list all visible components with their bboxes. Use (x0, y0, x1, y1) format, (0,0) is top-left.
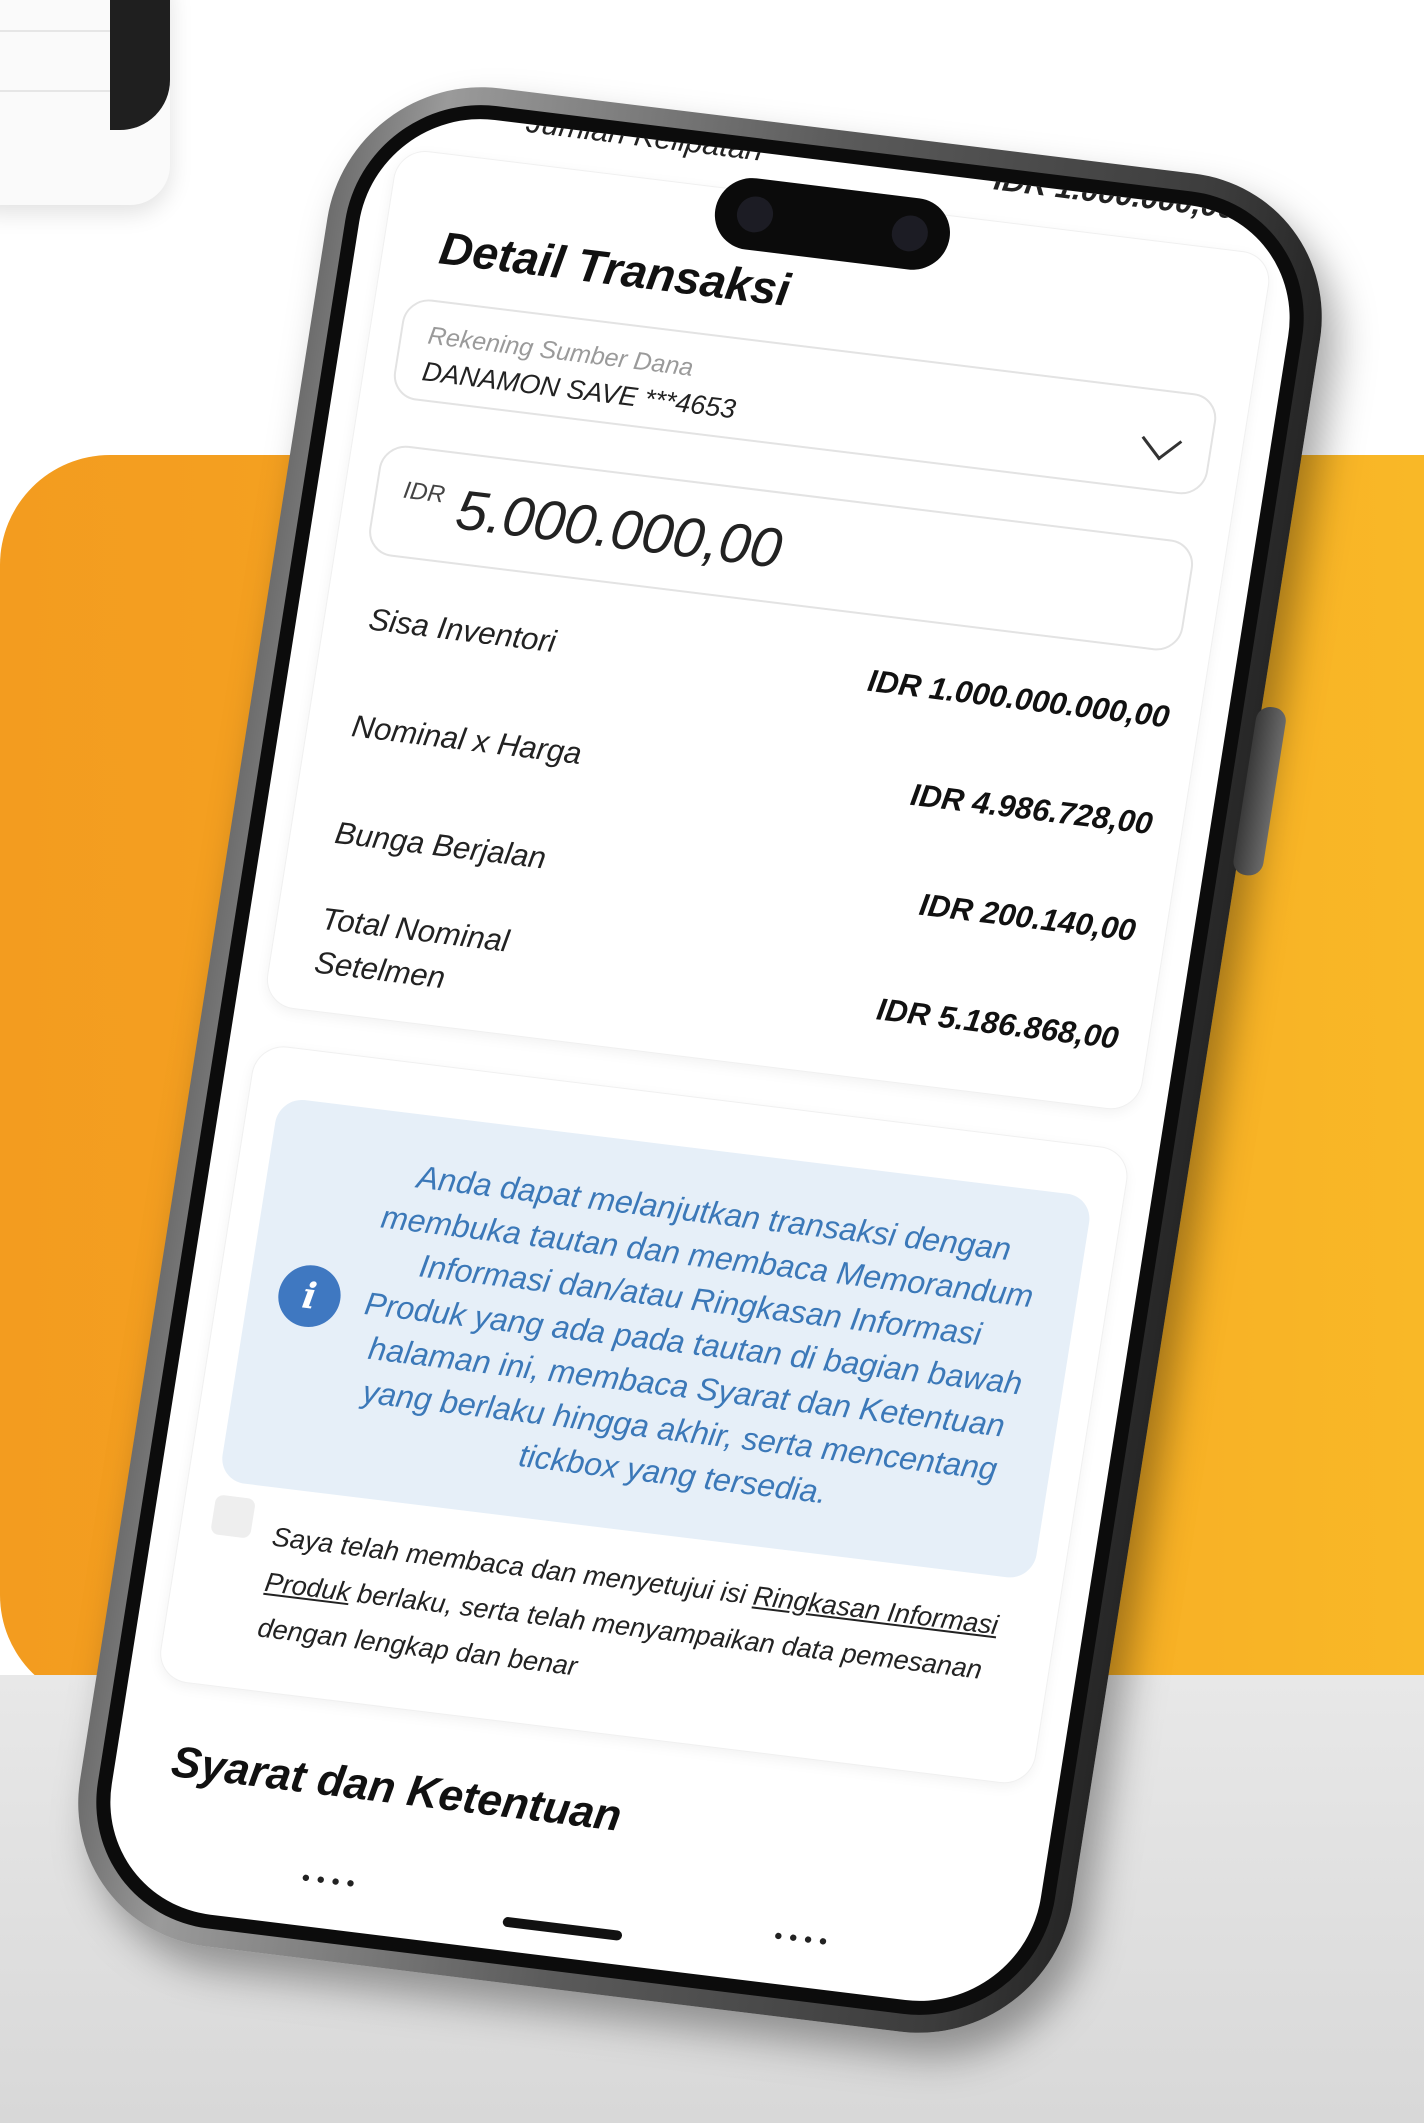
detail-row-value: IDR 200.140,00 (917, 886, 1139, 948)
speaker-grille: •••• (769, 1924, 834, 1957)
background-card-line (0, 90, 120, 92)
amount-currency: IDR (401, 476, 447, 509)
info-box: i Anda dapat melanjutkan transaksi denga… (218, 1097, 1094, 1581)
info-text: Anda dapat melanjutkan transaksi dengan … (360, 1158, 1036, 1511)
detail-row-value: IDR 5.186.868,00 (874, 991, 1122, 1056)
detail-row-label: Total Nominal Setelmen (312, 901, 512, 996)
detail-row-value: IDR 1.000.000.000,00 (865, 662, 1172, 735)
detail-row-value: IDR 4.986.728,00 (908, 776, 1155, 842)
sensor-icon (889, 213, 931, 254)
home-indicator[interactable] (502, 1916, 623, 1941)
detail-row-label: Bunga Berjalan (332, 815, 549, 876)
background-card-line (0, 30, 120, 32)
speaker-grille: •••• (297, 1866, 361, 1899)
transaction-detail-card: Detail Transaksi Rekening Sumber Dana DA… (263, 148, 1273, 1112)
info-icon: i (273, 1261, 346, 1331)
camera-icon (734, 194, 776, 235)
agreement-card: i Anda dapat melanjutkan transaksi denga… (156, 1043, 1131, 1786)
amount-value: 5.000.000,00 (451, 477, 787, 580)
detail-row-label: Nominal x Harga (349, 708, 585, 772)
detail-row-label: Sisa Inventori (366, 601, 559, 660)
agreement-checkbox[interactable] (210, 1494, 257, 1539)
